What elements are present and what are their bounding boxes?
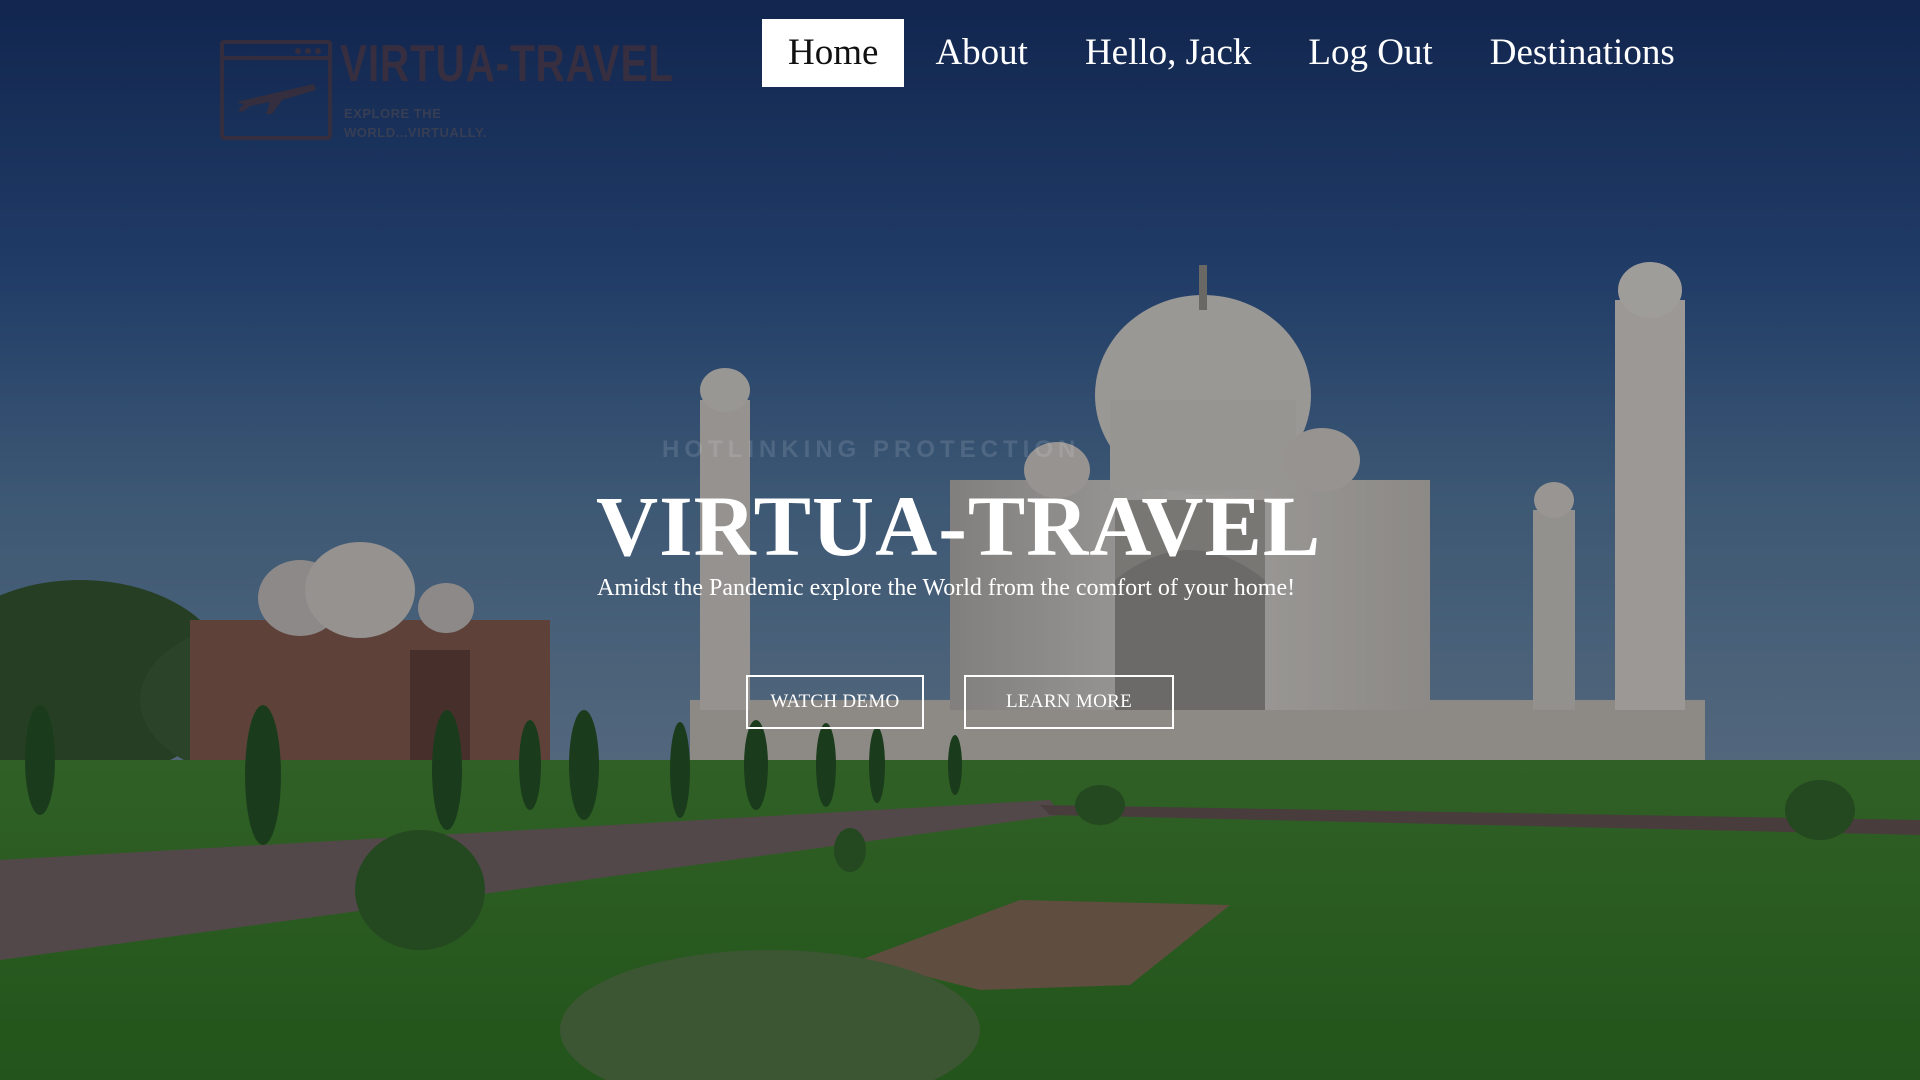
main-nav: Home About Hello, Jack Log Out Destinati… [762, 19, 1706, 87]
airplane-icon [224, 48, 328, 114]
hero-subtitle: Amidst the Pandemic explore the World fr… [597, 575, 1296, 601]
hero-section: VIRTUA-TRAVEL EXPLORE THE WORLD...VIRTUA… [0, 0, 1920, 1080]
nav-home[interactable]: Home [762, 19, 905, 87]
nav-destinations[interactable]: Destinations [1464, 19, 1701, 87]
learn-more-button[interactable]: LEARN MORE [964, 675, 1174, 729]
nav-greeting[interactable]: Hello, Jack [1059, 19, 1277, 87]
logo-title: VIRTUA-TRAVEL [340, 35, 674, 93]
nav-about[interactable]: About [909, 19, 1054, 87]
hero-title: VIRTUA-TRAVEL [596, 478, 1322, 574]
logo-tagline: EXPLORE THE WORLD...VIRTUALLY. [344, 106, 487, 140]
watch-demo-button[interactable]: WATCH DEMO [746, 675, 924, 729]
nav-log-out[interactable]: Log Out [1282, 19, 1458, 87]
browser-window-icon [220, 40, 332, 140]
hotlink-watermark: HOTLINKING PROTECTION [662, 436, 1081, 463]
site-logo[interactable]: VIRTUA-TRAVEL EXPLORE THE WORLD...VIRTUA… [218, 35, 673, 146]
